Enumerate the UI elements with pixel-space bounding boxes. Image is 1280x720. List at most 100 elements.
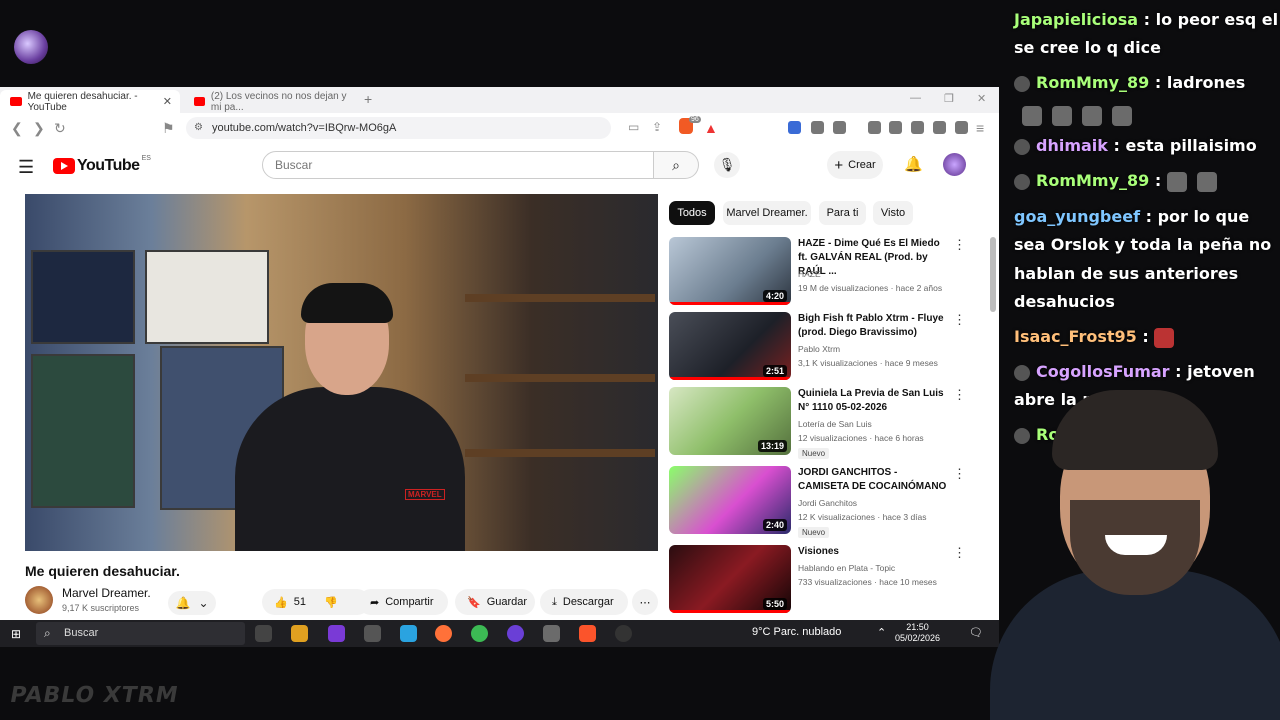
leo-icon[interactable]	[933, 121, 946, 134]
recommendation-item[interactable]: 4:20 HAZE - Dime Qué Es El Miedo ft. GAL…	[669, 237, 979, 307]
firefox-icon[interactable]	[435, 625, 452, 642]
chip-all[interactable]: Todos	[669, 201, 715, 225]
rec-channel[interactable]: HAZE	[798, 269, 821, 279]
recommendation-item[interactable]: 5:50 Visiones Hablando en Plata - Topic …	[669, 545, 979, 615]
new-tab-button[interactable]: +	[364, 91, 372, 107]
dislike-icon[interactable]: 👎	[324, 596, 338, 609]
share-icon[interactable]: ⇪	[652, 120, 662, 134]
chevron-up-icon[interactable]: ⌃	[877, 626, 886, 639]
close-window-button[interactable]: ✕	[977, 92, 986, 105]
channel-avatar[interactable]	[25, 586, 53, 614]
chip-for-you[interactable]: Para ti	[819, 201, 866, 225]
streamer-webcam	[970, 390, 1280, 720]
tab-youtube-active[interactable]: Me quieren desahuciar. - YouTube ✕	[0, 90, 180, 113]
recommendation-item[interactable]: 2:51 Bigh Fish ft Pablo Xtrm - Fluye (pr…	[669, 312, 979, 382]
recommendation-item[interactable]: 13:19 Quiniela La Previa de San Luis N° …	[669, 387, 979, 459]
taskbar-search-input[interactable]: ⌕ Buscar	[36, 622, 245, 645]
menu-icon[interactable]: ≡	[976, 120, 984, 136]
sidebar-icon[interactable]	[889, 121, 902, 134]
chat-emote-row	[1022, 101, 1142, 129]
chat-message: desahucios	[1014, 292, 1115, 311]
notifications-bell-icon[interactable]: 🔔	[904, 155, 923, 173]
more-vert-icon[interactable]: ⋮	[953, 312, 966, 328]
video-thumbnail[interactable]: 4:20	[669, 237, 791, 305]
cast-icon[interactable]: ▭	[628, 120, 639, 134]
music-icon[interactable]	[868, 121, 881, 134]
rec-title[interactable]: Bigh Fish ft Pablo Xtrm - Fluye (prod. D…	[798, 312, 948, 340]
chip-channel[interactable]: Marvel Dreamer.	[723, 201, 811, 225]
obs-icon[interactable]	[615, 625, 632, 642]
app-icon[interactable]	[364, 625, 381, 642]
app-icon[interactable]	[328, 625, 345, 642]
chip-watched[interactable]: Visto	[873, 201, 913, 225]
maximize-button[interactable]: ❐	[944, 92, 954, 105]
extension-icon[interactable]	[811, 121, 824, 134]
watched-progress-bar	[669, 302, 791, 305]
download-icon: ⤓	[552, 595, 557, 608]
save-button[interactable]: 🔖 Guardar	[455, 589, 535, 615]
like-icon[interactable]: 👍	[274, 596, 288, 609]
share-button[interactable]: ➦ Compartir	[358, 589, 448, 615]
rec-channel[interactable]: Jordi Ganchitos	[798, 498, 857, 508]
more-vert-icon[interactable]: ⋮	[953, 545, 966, 561]
brave-rewards-icon[interactable]: ▲	[704, 120, 718, 136]
minimize-button[interactable]: —	[910, 92, 921, 104]
rec-title[interactable]: Visiones	[798, 545, 948, 559]
create-button[interactable]: + Crear	[827, 151, 883, 179]
weather-widget[interactable]: 9°C Parc. nublado	[752, 626, 841, 638]
hamburger-menu-icon[interactable]: ☰	[18, 157, 34, 178]
clock[interactable]: 21:50 05/02/2026	[895, 622, 940, 644]
rec-channel[interactable]: Lotería de San Luis	[798, 419, 872, 429]
page-scrollbar[interactable]	[990, 237, 996, 312]
app-icon[interactable]	[543, 625, 560, 642]
more-actions-button[interactable]: ⋯	[632, 589, 658, 615]
extension-icon[interactable]	[833, 121, 846, 134]
video-thumbnail[interactable]: 2:40	[669, 466, 791, 534]
download-button[interactable]: ⤓ Descargar	[540, 589, 628, 615]
media-player-icon[interactable]	[507, 625, 524, 642]
rec-title[interactable]: JORDI GANCHITOS - CAMISETA DE COCAINÓMAN…	[798, 466, 948, 494]
recommendation-item[interactable]: 2:40 JORDI GANCHITOS - CAMISETA DE COCAI…	[669, 466, 979, 538]
tab-youtube-2[interactable]: (2) Los vecinos no nos dejan y mi pa...	[184, 90, 354, 113]
forward-icon[interactable]: ❯	[33, 120, 45, 137]
rec-channel[interactable]: Hablando en Plata - Topic	[798, 563, 895, 573]
account-avatar[interactable]	[943, 153, 966, 176]
shield-badge: 96	[689, 116, 701, 123]
video-player[interactable]: MARVEL	[25, 194, 658, 551]
windows-start-icon[interactable]: ⊞	[11, 627, 21, 641]
rec-channel[interactable]: Pablo Xtrm	[798, 344, 840, 354]
reload-icon[interactable]: ↻	[54, 120, 66, 137]
microphone-icon: 🎙	[718, 157, 736, 172]
voice-search-button[interactable]: 🎙	[714, 152, 740, 178]
channel-name[interactable]: Marvel Dreamer.	[62, 586, 151, 600]
close-tab-icon[interactable]: ✕	[163, 95, 172, 108]
task-view-icon[interactable]	[255, 625, 272, 642]
video-thumbnail[interactable]: 13:19	[669, 387, 791, 455]
more-vert-icon[interactable]: ⋮	[953, 466, 966, 482]
bookmark-icon[interactable]: ⚑	[162, 120, 175, 137]
rec-title[interactable]: Quiniela La Previa de San Luis N° 1110 0…	[798, 387, 948, 415]
search-input[interactable]: Buscar	[262, 151, 654, 179]
youtube-play-icon	[53, 158, 75, 174]
video-thumbnail[interactable]: 5:50	[669, 545, 791, 613]
new-badge: Nuevo	[798, 527, 830, 538]
search-button[interactable]: ⌕	[654, 151, 699, 179]
more-vert-icon[interactable]: ⋮	[953, 237, 966, 253]
site-info-icon[interactable]: ⚙	[194, 122, 203, 133]
video-thumbnail[interactable]: 2:51	[669, 312, 791, 380]
brave-browser-icon[interactable]	[579, 625, 596, 642]
more-vert-icon[interactable]: ⋮	[953, 387, 966, 403]
youtube-logo[interactable]: YouTube ES	[53, 155, 151, 175]
user-badge-icon	[1014, 138, 1030, 155]
extension-icon[interactable]	[788, 121, 801, 134]
tab-bar: Me quieren desahuciar. - YouTube ✕ (2) L…	[0, 87, 999, 113]
vpn-icon[interactable]	[955, 121, 968, 134]
back-icon[interactable]: ❮	[11, 120, 23, 137]
url-field[interactable]: ⚙ youtube.com/watch?v=IBQrw-MO6gA	[186, 117, 611, 139]
search-placeholder: Buscar	[275, 158, 313, 172]
microsoft-store-icon[interactable]	[291, 625, 308, 642]
wallet-icon[interactable]	[911, 121, 924, 134]
subscription-bell-button[interactable]: 🔔 ⌄	[168, 591, 216, 615]
telegram-icon[interactable]	[400, 625, 417, 642]
chrome-icon[interactable]	[471, 625, 488, 642]
